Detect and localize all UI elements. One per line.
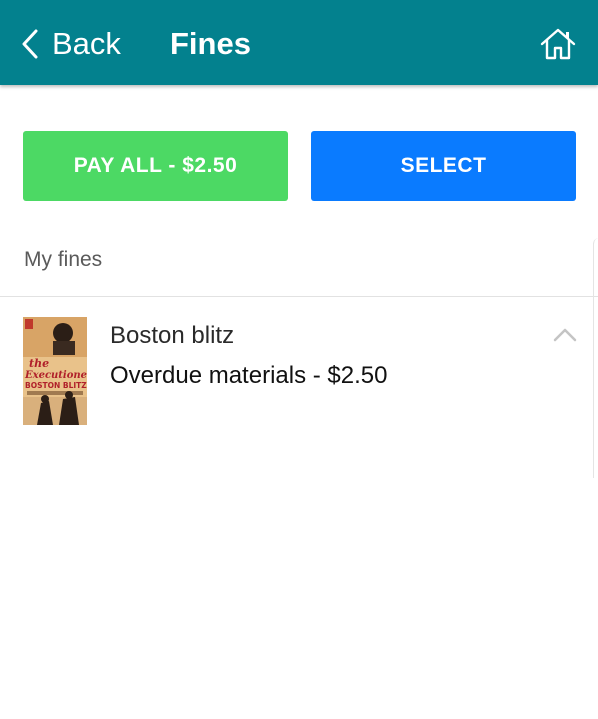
chevron-up-icon <box>552 325 578 345</box>
fine-description: Overdue materials - $2.50 <box>110 362 388 389</box>
section-heading: My fines <box>24 248 103 271</box>
fine-title: Boston blitz <box>110 322 235 349</box>
cover-text-title: BOSTON BLITZ <box>25 381 87 390</box>
back-label: Back <box>52 26 121 61</box>
cover-text-the: the <box>29 357 49 370</box>
pay-all-button[interactable]: PAY ALL - $2.50 <box>23 131 288 201</box>
cover-text-series: Executioner <box>24 370 87 381</box>
select-button[interactable]: SELECT <box>311 131 576 201</box>
fines-screen: Back Fines PAY ALL - $2.50 SELECT My fin… <box>0 0 598 719</box>
collapse-toggle[interactable] <box>552 325 578 345</box>
page-title: Fines <box>170 26 251 61</box>
back-button[interactable]: Back <box>20 24 121 64</box>
book-cover-image: the Executioner BOSTON BLITZ <box>23 317 87 425</box>
chevron-left-icon <box>20 28 40 60</box>
home-button[interactable] <box>540 27 576 61</box>
fine-list-item[interactable]: the Executioner BOSTON BLITZ Boston blit… <box>0 297 598 437</box>
home-icon <box>540 27 576 61</box>
app-header: Back Fines <box>0 0 598 85</box>
